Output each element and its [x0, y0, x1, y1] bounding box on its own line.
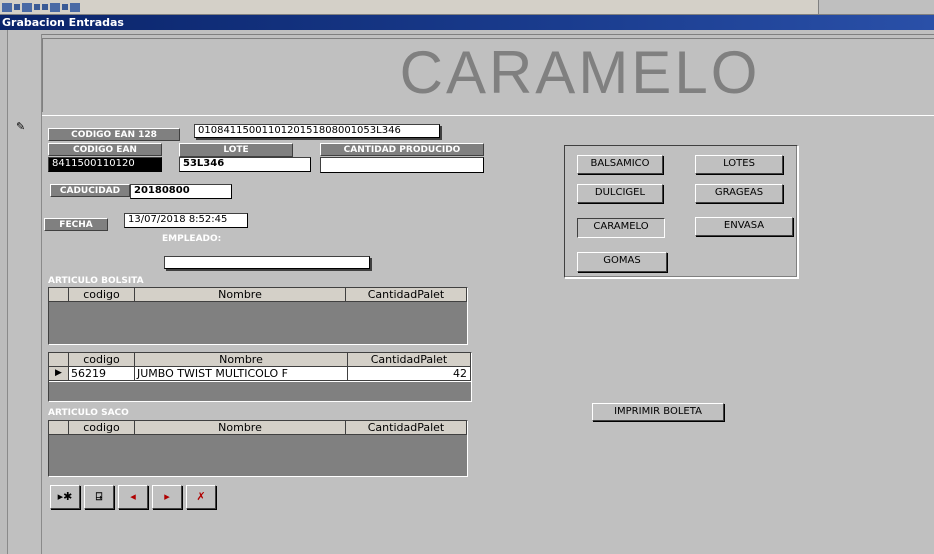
- column-header-codigo[interactable]: codigo: [69, 288, 135, 302]
- empleado-field[interactable]: [164, 256, 370, 269]
- codigo-ean-128-field[interactable]: 0108411500110120151808001053L346: [194, 124, 440, 138]
- column-header-codigo[interactable]: codigo: [69, 353, 135, 367]
- fecha-label: FECHA: [44, 218, 108, 231]
- codigo-ean-128-label: CODIGO EAN 128: [48, 128, 180, 141]
- dulcigel-button[interactable]: DULCIGEL: [577, 184, 663, 203]
- caramelo-button[interactable]: CARAMELO: [577, 218, 665, 238]
- column-header-nombre[interactable]: Nombre: [135, 353, 348, 367]
- toolbar: [0, 0, 934, 15]
- articulo-saco-label: ARTICULO SACO: [48, 408, 129, 418]
- toolbar-paste-icon[interactable]: [50, 2, 60, 12]
- previous-icon[interactable]: ◂: [118, 485, 148, 509]
- toolbar-view-icon[interactable]: [2, 2, 12, 12]
- caja-grid-header: codigo Nombre CantidadPalet: [49, 353, 471, 367]
- window-title-bar: Grabacion Entradas: [0, 15, 934, 30]
- new-record-icon[interactable]: ▸✱: [50, 485, 80, 509]
- codigo-ean-field[interactable]: 8411500110120: [48, 157, 162, 172]
- row-selector-icon[interactable]: ▶: [49, 367, 69, 381]
- imprimir-boleta-button[interactable]: IMPRIMIR BOLETA: [592, 403, 724, 421]
- exit-icon[interactable]: ⍈: [84, 485, 114, 509]
- grid-corner: [49, 421, 69, 435]
- saco-grid-header: codigo Nombre CantidadPalet: [49, 421, 467, 435]
- toolbar-undo-icon[interactable]: [62, 4, 68, 10]
- record-navigation: ▸✱ ⍈ ◂ ▸ ✗: [48, 483, 216, 511]
- lote-label: LOTE: [179, 143, 293, 157]
- balsamico-button[interactable]: BALSAMICO: [577, 155, 663, 174]
- delete-icon[interactable]: ✗: [186, 485, 216, 509]
- cantidad-producido-field[interactable]: [320, 157, 484, 173]
- fecha-field[interactable]: 13/07/2018 8:52:45: [124, 213, 248, 228]
- column-header-cantidad[interactable]: CantidadPalet: [346, 288, 467, 302]
- toolbar-copy-icon[interactable]: [42, 4, 48, 10]
- record-selector-column[interactable]: [8, 34, 42, 554]
- grid-corner: [49, 288, 69, 302]
- page-title: CARAMELO: [399, 39, 761, 106]
- cell-cantidad[interactable]: 42: [348, 367, 471, 381]
- caducidad-label: CADUCIDAD: [50, 184, 130, 197]
- codigo-ean-label: CODIGO EAN: [48, 143, 162, 156]
- left-frame-strip: [0, 30, 8, 554]
- toolbar-cut-icon[interactable]: [34, 4, 40, 10]
- table-row[interactable]: ▶ 56219 JUMBO TWIST MULTICOLO F 42: [49, 367, 471, 382]
- grid-corner: [49, 353, 69, 367]
- column-header-codigo[interactable]: codigo: [69, 421, 135, 435]
- grageas-button[interactable]: GRAGEAS: [695, 184, 783, 203]
- toolbar-save-icon[interactable]: [14, 4, 20, 10]
- bolsita-grid[interactable]: codigo Nombre CantidadPalet: [48, 287, 468, 345]
- caducidad-field[interactable]: 20180800: [130, 184, 232, 199]
- column-header-cantidad[interactable]: CantidadPalet: [346, 421, 467, 435]
- saco-grid[interactable]: codigo Nombre CantidadPalet: [48, 420, 468, 477]
- toolbar-right-box: [818, 0, 934, 14]
- column-header-cantidad[interactable]: CantidadPalet: [348, 353, 471, 367]
- lote-field[interactable]: 53L346: [179, 157, 311, 172]
- window-title: Grabacion Entradas: [2, 16, 124, 29]
- column-header-nombre[interactable]: Nombre: [135, 421, 346, 435]
- column-header-nombre[interactable]: Nombre: [135, 288, 346, 302]
- lotes-button[interactable]: LOTES: [695, 155, 783, 174]
- caja-grid[interactable]: codigo Nombre CantidadPalet ▶ 56219 JUMB…: [48, 352, 472, 402]
- next-icon[interactable]: ▸: [152, 485, 182, 509]
- envasa-button[interactable]: ENVASA: [695, 217, 793, 236]
- bolsita-grid-header: codigo Nombre CantidadPalet: [49, 288, 467, 302]
- empleado-label: EMPLEADO:: [162, 234, 222, 244]
- cantidad-producido-label: CANTIDAD PRODUCIDO: [320, 143, 484, 156]
- toolbar-print-icon[interactable]: [22, 2, 32, 12]
- gomas-button[interactable]: GOMAS: [577, 252, 667, 272]
- cell-nombre[interactable]: JUMBO TWIST MULTICOLO F: [135, 367, 348, 381]
- toolbar-sort-icon[interactable]: [70, 2, 80, 12]
- record-edit-icon: ✎: [16, 120, 26, 133]
- cell-codigo[interactable]: 56219: [69, 367, 135, 381]
